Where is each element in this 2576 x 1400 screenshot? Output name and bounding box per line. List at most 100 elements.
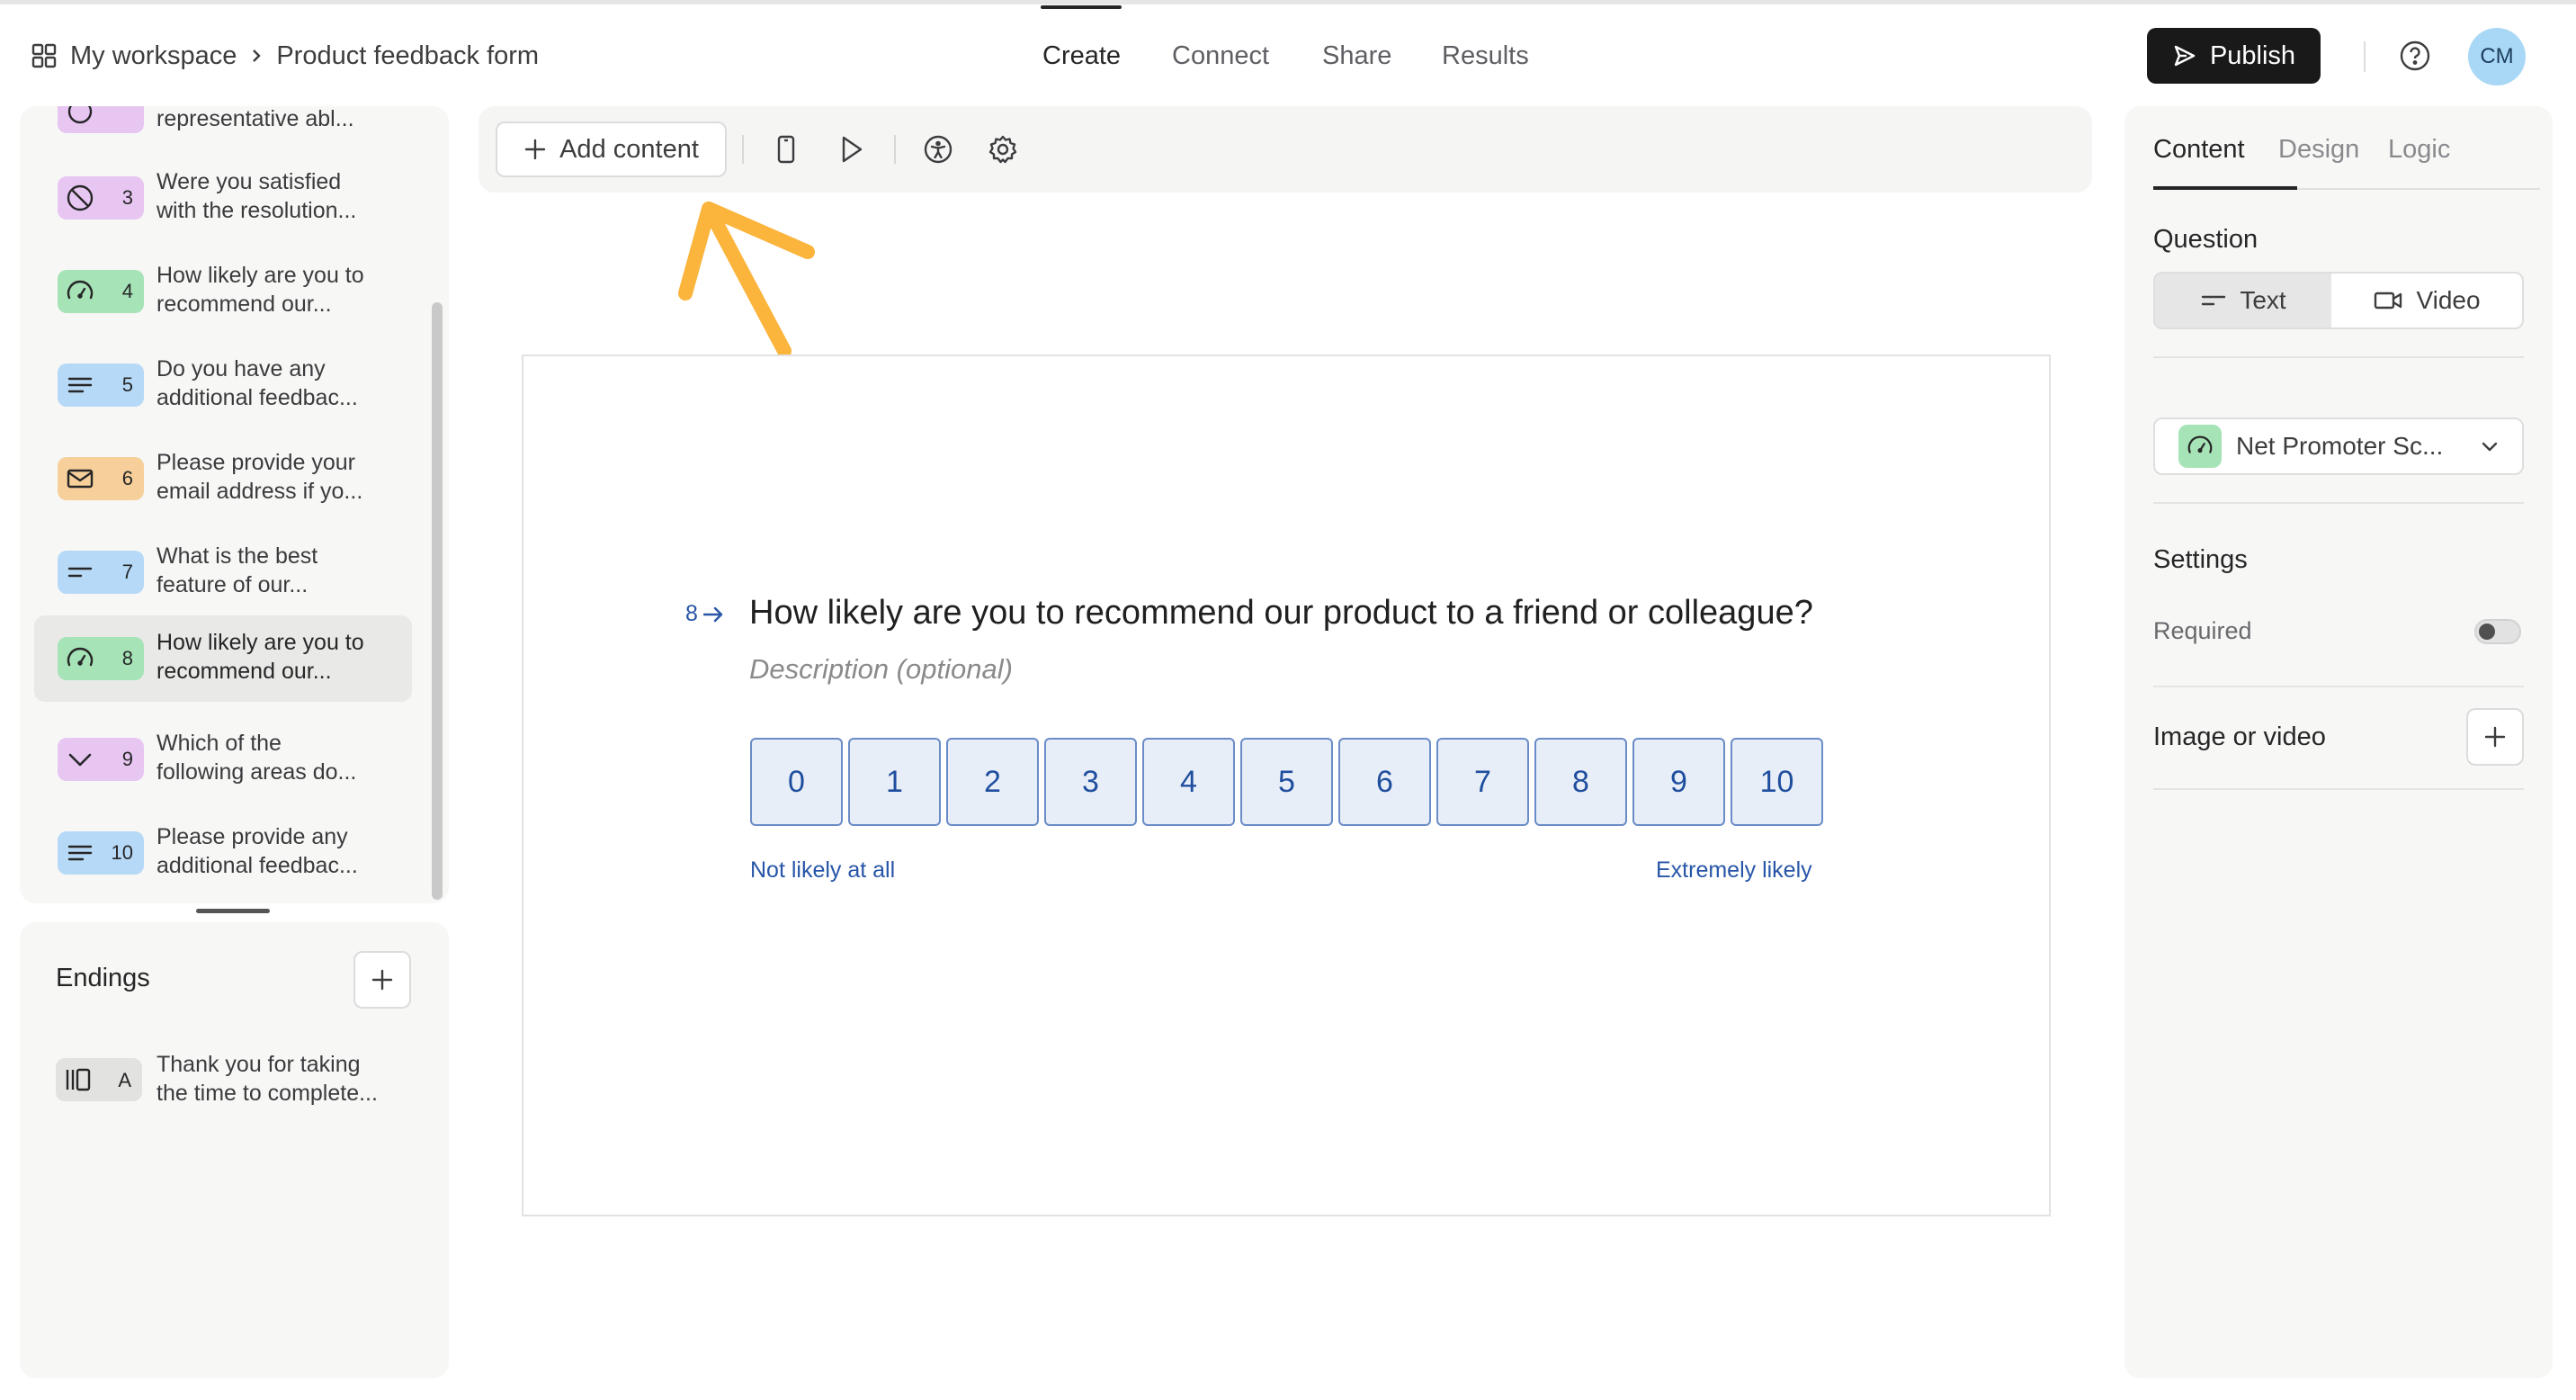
nps-option-5[interactable]: 5 xyxy=(1240,738,1333,826)
question-number: 8 xyxy=(685,601,725,627)
toggle-knob xyxy=(2479,624,2495,640)
toolbar-divider xyxy=(894,135,896,164)
send-icon xyxy=(2172,43,2197,68)
tab-create[interactable]: Create xyxy=(1042,40,1121,72)
mode-video-button[interactable]: Video xyxy=(2331,274,2522,328)
question-type-badge: 9 xyxy=(58,738,144,781)
nps-option-9[interactable]: 9 xyxy=(1632,738,1725,826)
panel-resize-handle[interactable] xyxy=(196,909,270,913)
tab-connect[interactable]: Connect xyxy=(1172,40,1269,72)
settings-label: Settings xyxy=(2153,545,2248,574)
plus-icon xyxy=(370,967,395,992)
question-type-badge: 10 xyxy=(58,831,144,875)
nps-option-0[interactable]: 0 xyxy=(750,738,843,826)
section-divider xyxy=(2153,502,2524,504)
accessibility-icon[interactable] xyxy=(920,131,956,167)
scale-high-label[interactable]: Extremely likely xyxy=(1656,857,1812,884)
sidebar-item-q4[interactable]: 4 How likely are you to recommend our... xyxy=(34,248,412,335)
ending-icon xyxy=(63,1064,94,1095)
section-divider xyxy=(2153,686,2524,687)
question-type-badge: 5 xyxy=(58,363,144,407)
sidebar-item-q5[interactable]: 5 Do you have any additional feedbac... xyxy=(34,342,412,428)
tab-design[interactable]: Design xyxy=(2278,135,2359,165)
sidebar-item-label: How likely are you to recommend our... xyxy=(157,630,364,684)
nps-option-1[interactable]: 1 xyxy=(848,738,941,826)
tab-content[interactable]: Content xyxy=(2153,135,2245,165)
publish-label: Publish xyxy=(2209,40,2296,70)
mobile-preview-icon[interactable] xyxy=(768,131,804,167)
sidebar-item-q8[interactable]: 8 How likely are you to recommend our... xyxy=(34,615,412,702)
sidebar-item-q3[interactable]: 3 Were you satisfied with the resolution.… xyxy=(34,155,412,241)
nps-option-10[interactable]: 10 xyxy=(1731,738,1823,826)
question-type-dropdown[interactable]: Net Promoter Sc... xyxy=(2153,417,2524,475)
question-type-badge: 8 xyxy=(58,637,144,680)
nps-option-8[interactable]: 8 xyxy=(1534,738,1627,826)
chevron-down-icon xyxy=(65,744,95,775)
chevron-right-icon xyxy=(249,47,264,65)
nps-option-3[interactable]: 3 xyxy=(1044,738,1137,826)
video-camera-icon xyxy=(2373,290,2403,311)
ending-item-label[interactable]: Thank you for taking the time to complete… xyxy=(157,1050,417,1108)
tab-results[interactable]: Results xyxy=(1442,40,1529,72)
long-text-icon xyxy=(65,838,95,868)
opinion-scale-icon xyxy=(65,106,95,127)
sidebar-item-q10[interactable]: 10 Please provide any additional feedbac.… xyxy=(34,810,412,896)
gear-icon[interactable] xyxy=(985,131,1021,167)
tab-share[interactable]: Share xyxy=(1322,40,1391,72)
required-label: Required xyxy=(2153,617,2252,644)
question-description-field[interactable]: Description (optional) xyxy=(749,653,1013,686)
annotation-arrow-icon xyxy=(676,196,820,354)
endings-title: Endings xyxy=(56,964,150,992)
ending-badge: A xyxy=(56,1058,142,1101)
yes-no-icon xyxy=(65,183,95,213)
workspace-grid-icon[interactable] xyxy=(31,42,58,69)
header-divider xyxy=(2364,41,2366,72)
scale-low-label[interactable]: Not likely at all xyxy=(750,857,895,884)
section-divider xyxy=(2153,356,2524,358)
question-section-label: Question xyxy=(2153,225,2258,254)
questions-panel: representative abl... 3 Were you satisfi… xyxy=(20,106,449,903)
sidebar-item-q2[interactable]: representative abl... xyxy=(34,106,412,155)
breadcrumb: My workspace Product feedback form xyxy=(31,40,539,72)
mode-text-button[interactable]: Text xyxy=(2155,274,2331,328)
publish-button[interactable]: Publish xyxy=(2147,28,2321,84)
add-content-label: Add content xyxy=(559,134,699,164)
breadcrumb-form-name[interactable]: Product feedback form xyxy=(276,41,539,71)
question-type-badge: 3 xyxy=(58,176,144,220)
nps-option-7[interactable]: 7 xyxy=(1436,738,1529,826)
sidebar-item-label: Please provide any additional feedbac... xyxy=(157,824,358,878)
tab-logic[interactable]: Logic xyxy=(2388,135,2450,165)
gauge-icon xyxy=(2178,425,2222,468)
question-title[interactable]: How likely are you to recommend our prod… xyxy=(749,594,1813,633)
envelope-icon xyxy=(65,463,95,494)
gauge-icon xyxy=(65,276,95,307)
breadcrumb-workspace-link[interactable]: My workspace xyxy=(70,41,237,71)
sidebar-item-label: Were you satisfied with the resolution... xyxy=(157,169,357,223)
play-preview-icon[interactable] xyxy=(833,131,869,167)
nps-option-4[interactable]: 4 xyxy=(1142,738,1235,826)
required-toggle[interactable] xyxy=(2474,619,2521,644)
add-media-button[interactable] xyxy=(2466,708,2524,766)
nps-option-2[interactable]: 2 xyxy=(946,738,1039,826)
question-type-badge: 4 xyxy=(58,270,144,313)
sidebar-item-q7[interactable]: 7 What is the best feature of our... xyxy=(34,529,412,615)
question-type-badge xyxy=(58,106,144,133)
sidebar-item-label: How likely are you to recommend our... xyxy=(157,263,364,317)
add-content-button[interactable]: Add content xyxy=(496,121,727,177)
sidebar-item-label: Please provide your email address if yo..… xyxy=(157,450,363,504)
sidebar-item-q9[interactable]: 9 Which of the following areas do... xyxy=(34,716,412,803)
active-tab-indicator xyxy=(2153,186,2297,190)
long-text-icon xyxy=(65,370,95,400)
active-tab-indicator xyxy=(1041,5,1122,9)
avatar[interactable]: CM xyxy=(2468,28,2526,85)
help-icon[interactable] xyxy=(2399,40,2431,72)
sidebar-item-q6[interactable]: 6 Please provide your email address if yo… xyxy=(34,435,412,522)
chevron-down-icon xyxy=(2479,435,2500,457)
add-ending-button[interactable] xyxy=(353,951,411,1009)
plus-icon xyxy=(523,138,547,161)
sidebar-scrollbar[interactable] xyxy=(432,302,443,900)
image-or-video-label: Image or video xyxy=(2153,722,2326,751)
nps-option-6[interactable]: 6 xyxy=(1338,738,1431,826)
question-mode-toggle: Text Video xyxy=(2153,272,2524,329)
sidebar-item-label: Which of the following areas do... xyxy=(157,731,357,785)
